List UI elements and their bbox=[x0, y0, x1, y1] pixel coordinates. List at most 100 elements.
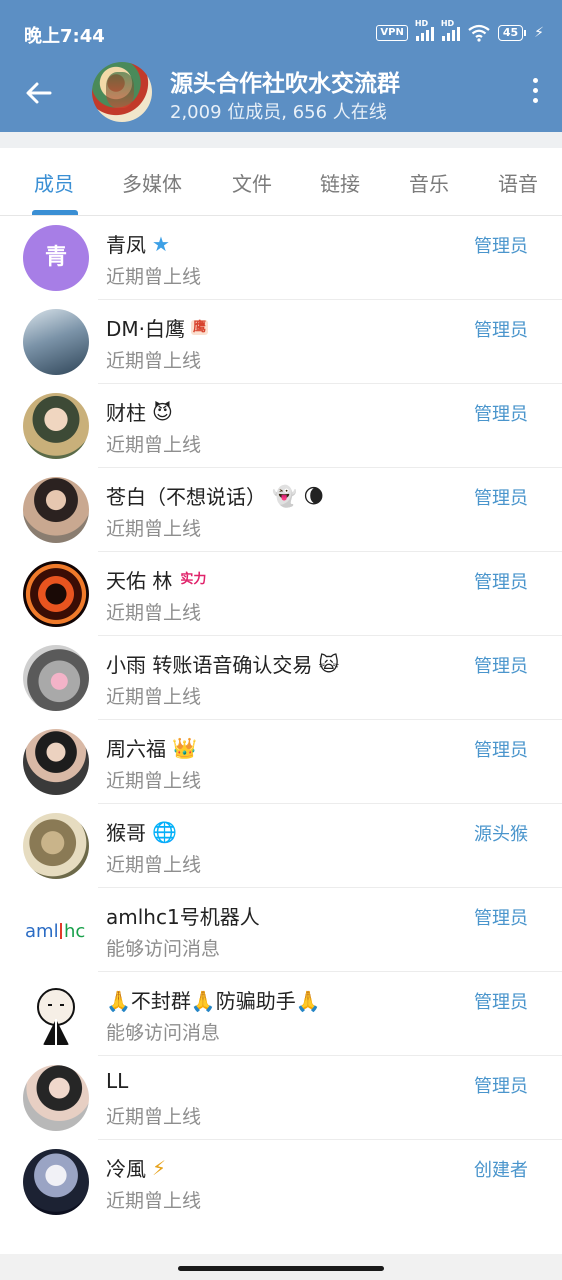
member-role: 管理员 bbox=[474, 992, 528, 1013]
member-name-text: 小雨 转账语音确认交易 bbox=[106, 653, 313, 677]
member-name: 周六福 👑 bbox=[106, 733, 197, 762]
amlhc-logo: aml hc bbox=[25, 921, 85, 942]
hd-label: HD bbox=[414, 19, 429, 28]
member-row[interactable]: 苍白（不想说话） 👻 🌘 近期曾上线 管理员 bbox=[0, 468, 562, 552]
member-name-text: LL bbox=[106, 1069, 129, 1093]
member-row[interactable]: 周六福 👑 近期曾上线 管理员 bbox=[0, 720, 562, 804]
svg-text:hc: hc bbox=[64, 921, 85, 942]
member-row[interactable]: 猴哥 🌐 近期曾上线 源头猴 bbox=[0, 804, 562, 888]
avatar[interactable] bbox=[23, 645, 89, 711]
tab-files[interactable]: 文件 bbox=[232, 168, 272, 197]
star-icon: ★ bbox=[152, 231, 170, 256]
tab-voice[interactable]: 语音 bbox=[498, 168, 538, 197]
member-name: 猴哥 🌐 bbox=[106, 817, 177, 846]
header: 晚上7:44 VPN HD HD 45 ⚡ 源头合作社吹水交流群 2,009 位… bbox=[0, 0, 562, 132]
member-name: 财柱 😈 bbox=[106, 397, 173, 426]
eagle-badge-icon: 鹰 bbox=[191, 320, 209, 335]
member-row[interactable]: 冷風 ⚡ 近期曾上线 创建者 bbox=[0, 1140, 562, 1224]
status-icons: VPN HD HD 45 ⚡ bbox=[376, 19, 544, 42]
member-name: DM·白鹰 鹰 bbox=[106, 313, 209, 342]
avatar[interactable] bbox=[23, 1065, 89, 1131]
crown-icon: 👑 bbox=[172, 735, 197, 760]
member-role: 管理员 bbox=[474, 572, 528, 593]
member-status: 近期曾上线 bbox=[106, 1106, 202, 1128]
member-name-text: 猴哥 bbox=[106, 821, 146, 845]
member-role: 管理员 bbox=[474, 908, 528, 929]
app-bar: 源头合作社吹水交流群 2,009 位成员, 656 人在线 bbox=[0, 60, 562, 128]
header-separator bbox=[0, 132, 562, 148]
strength-badge-icon: 实力 bbox=[180, 572, 207, 587]
more-vertical-icon[interactable] bbox=[530, 78, 540, 108]
member-name: 🙏不封群🙏防骗助手🙏 bbox=[106, 985, 321, 1014]
member-name-text: 周六福 bbox=[106, 737, 166, 761]
member-row[interactable]: 青 青凤 ★ 近期曾上线 管理员 bbox=[0, 216, 562, 300]
member-name-text: 苍白（不想说话） bbox=[106, 485, 266, 509]
avatar[interactable] bbox=[23, 813, 89, 879]
signal-icon: HD bbox=[415, 19, 434, 41]
member-status: 近期曾上线 bbox=[106, 602, 202, 624]
member-status: 近期曾上线 bbox=[106, 686, 202, 708]
tab-links[interactable]: 链接 bbox=[320, 168, 360, 197]
devil-icon: 😈 bbox=[152, 399, 173, 424]
member-name: LL bbox=[106, 1069, 128, 1093]
member-row[interactable]: 天佑 林 实力 近期曾上线 管理员 bbox=[0, 552, 562, 636]
member-role: 管理员 bbox=[474, 236, 528, 257]
member-role: 创建者 bbox=[474, 1160, 528, 1181]
vpn-badge: VPN bbox=[376, 25, 408, 41]
battery-level: 45 bbox=[497, 25, 524, 41]
member-name: 冷風 ⚡ bbox=[106, 1153, 166, 1182]
lightning-icon: ⚡ bbox=[152, 1155, 167, 1180]
ghost-moon-icon: 👻 🌘 bbox=[272, 483, 325, 508]
member-status: 近期曾上线 bbox=[106, 518, 202, 540]
member-name: 苍白（不想说话） 👻 🌘 bbox=[106, 481, 324, 510]
member-row[interactable]: 小雨 转账语音确认交易 🙀 近期曾上线 管理员 bbox=[0, 636, 562, 720]
home-indicator[interactable] bbox=[178, 1266, 384, 1271]
member-name-text: DM·白鹰 bbox=[106, 317, 186, 341]
member-name-text: 天佑 林 bbox=[106, 569, 173, 593]
wifi-icon bbox=[468, 24, 490, 42]
member-status: 能够访问消息 bbox=[106, 938, 221, 960]
member-name: 小雨 转账语音确认交易 🙀 bbox=[106, 649, 339, 678]
member-status: 近期曾上线 bbox=[106, 770, 202, 792]
avatar[interactable] bbox=[23, 981, 89, 1047]
member-row[interactable]: 🙏不封群🙏防骗助手🙏 能够访问消息 管理员 bbox=[0, 972, 562, 1056]
member-status: 能够访问消息 bbox=[106, 1022, 221, 1044]
member-role: 源头猴 bbox=[474, 824, 528, 845]
avatar[interactable] bbox=[23, 477, 89, 543]
praying-face-icon bbox=[37, 988, 75, 1045]
member-list: 青 青凤 ★ 近期曾上线 管理员 DM·白鹰 鹰 近期曾上线 管理员 财柱 😈 … bbox=[0, 216, 562, 1224]
member-role: 管理员 bbox=[474, 404, 528, 425]
avatar[interactable] bbox=[23, 309, 89, 375]
avatar[interactable] bbox=[23, 729, 89, 795]
tab-bar: 成员 多媒体 文件 链接 音乐 语音 bbox=[0, 148, 562, 216]
tab-members[interactable]: 成员 bbox=[34, 168, 74, 197]
tab-media[interactable]: 多媒体 bbox=[122, 168, 182, 197]
avatar[interactable] bbox=[23, 393, 89, 459]
avatar[interactable]: aml hc bbox=[23, 897, 89, 963]
group-avatar[interactable] bbox=[92, 62, 152, 122]
member-role: 管理员 bbox=[474, 488, 528, 509]
avatar[interactable]: 青 bbox=[23, 225, 89, 291]
globe-icon: 🌐 bbox=[152, 819, 177, 844]
group-member-count: 2,009 位成员, 656 人在线 bbox=[170, 102, 387, 123]
member-row[interactable]: aml hc amlhc1号机器人 能够访问消息 管理员 bbox=[0, 888, 562, 972]
tab-music[interactable]: 音乐 bbox=[409, 168, 449, 197]
avatar-letter: 青 bbox=[44, 245, 67, 270]
status-bar: 晚上7:44 VPN HD HD 45 ⚡ bbox=[0, 0, 562, 64]
member-status: 近期曾上线 bbox=[106, 350, 202, 372]
member-role: 管理员 bbox=[474, 320, 528, 341]
member-role: 管理员 bbox=[474, 656, 528, 677]
status-time: 晚上7:44 bbox=[24, 26, 105, 47]
arrow-left-icon[interactable] bbox=[22, 76, 56, 110]
member-row[interactable]: LL 近期曾上线 管理员 bbox=[0, 1056, 562, 1140]
system-nav-bar bbox=[0, 1254, 562, 1280]
member-name-text: 🙏不封群🙏防骗助手🙏 bbox=[106, 989, 321, 1013]
member-status: 近期曾上线 bbox=[106, 434, 202, 456]
group-title[interactable]: 源头合作社吹水交流群 bbox=[170, 64, 400, 98]
avatar[interactable] bbox=[23, 561, 89, 627]
member-row[interactable]: 财柱 😈 近期曾上线 管理员 bbox=[0, 384, 562, 468]
member-name: 青凤 ★ bbox=[106, 229, 170, 258]
member-name-text: 财柱 bbox=[106, 401, 146, 425]
member-row[interactable]: DM·白鹰 鹰 近期曾上线 管理员 bbox=[0, 300, 562, 384]
avatar[interactable] bbox=[23, 1149, 89, 1215]
